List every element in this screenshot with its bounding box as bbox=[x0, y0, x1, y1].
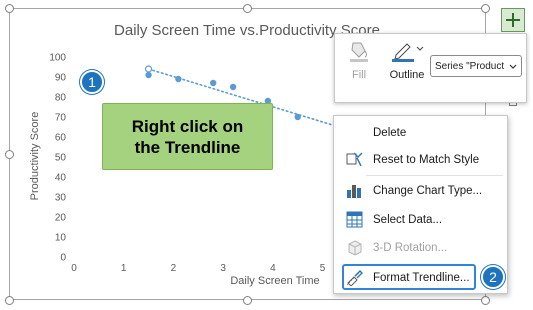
y-tick-label: 100 bbox=[49, 53, 66, 64]
menu-item-3d-rotation: 3-D Rotation... bbox=[334, 235, 507, 260]
y-axis-ticks: 0 10 20 30 40 50 60 70 80 90 100 bbox=[49, 53, 66, 264]
series-selector-dropdown[interactable]: Series "Product bbox=[430, 55, 522, 77]
fill-label: Fill bbox=[351, 69, 367, 81]
menu-divider bbox=[366, 175, 503, 176]
menu-item-delete[interactable]: Delete bbox=[334, 120, 507, 145]
x-tick-label: 3 bbox=[220, 263, 226, 274]
menu-item-label: 3-D Rotation... bbox=[373, 241, 448, 254]
y-tick-label: 30 bbox=[55, 193, 67, 204]
instruction-callout: Right click on the Trendline bbox=[102, 103, 273, 170]
y-tick-label: 90 bbox=[55, 73, 67, 84]
y-tick-label: 80 bbox=[55, 93, 67, 104]
data-point[interactable] bbox=[175, 75, 182, 83]
data-point[interactable] bbox=[229, 83, 237, 91]
step-badge-2: 2 bbox=[481, 265, 505, 289]
outline-button[interactable]: Outline bbox=[387, 39, 427, 81]
reset-style-icon bbox=[346, 152, 363, 167]
chart-resize-handle[interactable] bbox=[5, 296, 14, 305]
menu-item-select-data[interactable]: Select Data... bbox=[334, 207, 507, 232]
format-mini-toolbar: Fill Outline Series "Product bbox=[334, 33, 527, 103]
chart-resize-handle[interactable] bbox=[243, 296, 252, 305]
fill-button[interactable]: Fill bbox=[345, 39, 373, 81]
y-tick-label: 50 bbox=[55, 153, 67, 164]
table-grid-icon bbox=[346, 211, 363, 228]
y-axis-label[interactable]: Productivity Score bbox=[29, 112, 41, 201]
x-tick-label: 1 bbox=[121, 263, 127, 274]
x-tick-label: 2 bbox=[171, 263, 177, 274]
chart-resize-handle[interactable] bbox=[5, 150, 14, 159]
y-tick-label: 70 bbox=[55, 113, 67, 124]
x-tick-label: 0 bbox=[71, 263, 77, 274]
x-axis-ticks: 0 1 2 3 4 5 bbox=[71, 263, 326, 274]
paint-bucket-icon bbox=[350, 42, 368, 62]
rotation-cube-icon bbox=[348, 240, 362, 256]
y-tick-label: 0 bbox=[60, 253, 66, 264]
chart-resize-handle[interactable] bbox=[243, 4, 252, 13]
menu-item-reset-to-match-style[interactable]: Reset to Match Style bbox=[334, 147, 507, 172]
chart-elements-button[interactable] bbox=[501, 8, 525, 32]
y-tick-label: 40 bbox=[55, 173, 67, 184]
x-axis-label[interactable]: Daily Screen Time bbox=[230, 275, 319, 287]
data-point[interactable] bbox=[210, 79, 217, 87]
series-selector-value: Series "Product bbox=[435, 60, 505, 72]
x-tick-label: 4 bbox=[270, 263, 276, 274]
chart-resize-handle[interactable] bbox=[5, 4, 14, 13]
chart-resize-handle[interactable] bbox=[481, 296, 490, 305]
trendline-selection-handle bbox=[144, 65, 153, 73]
chart-resize-handle[interactable] bbox=[481, 4, 490, 13]
y-tick-label: 20 bbox=[55, 213, 67, 224]
menu-item-change-chart-type[interactable]: Change Chart Type... bbox=[334, 178, 507, 203]
data-point[interactable] bbox=[294, 113, 301, 121]
plus-icon bbox=[506, 13, 520, 27]
menu-item-label: Select Data... bbox=[373, 213, 443, 226]
y-tick-label: 10 bbox=[55, 233, 67, 244]
step-badge-1: 1 bbox=[80, 70, 104, 94]
chevron-down-icon bbox=[509, 64, 517, 69]
outline-label: Outline bbox=[389, 69, 425, 81]
menu-item-label: Reset to Match Style bbox=[373, 153, 480, 166]
pen-outline-icon bbox=[392, 43, 414, 62]
x-tick-label: 5 bbox=[320, 263, 326, 274]
menu-item-label: Change Chart Type... bbox=[373, 184, 483, 197]
menu-item-label: Delete bbox=[373, 126, 407, 139]
chevron-down-icon[interactable] bbox=[416, 45, 424, 53]
format-trendline-highlight bbox=[342, 264, 476, 290]
bar-chart-icon bbox=[347, 185, 361, 198]
y-tick-label: 60 bbox=[55, 133, 67, 144]
excel-sheet-area: Daily Screen Time vs.Productivity Score … bbox=[0, 0, 533, 310]
data-point[interactable] bbox=[145, 71, 152, 79]
